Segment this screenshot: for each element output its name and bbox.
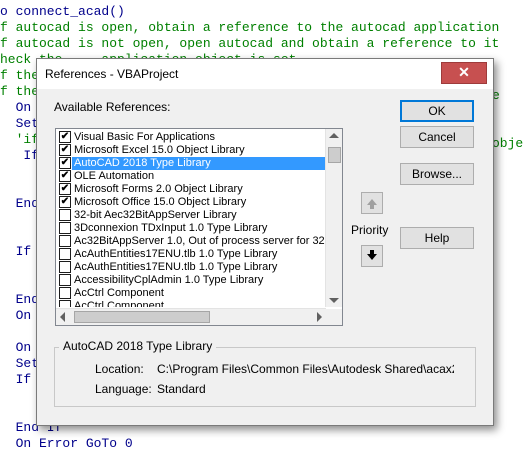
close-icon[interactable]: ✕ — [441, 62, 487, 84]
reference-checkbox[interactable] — [59, 287, 71, 299]
reference-checkbox[interactable] — [59, 300, 71, 307]
code-fragment-right: obje — [492, 136, 524, 151]
available-references-label: Available References: — [54, 100, 171, 114]
scroll-left-icon[interactable] — [60, 312, 65, 322]
reference-label: Visual Basic For Applications — [74, 131, 216, 143]
reference-item[interactable]: 3Dconnexion TDxInput 1.0 Type Library — [56, 222, 326, 235]
reference-checkbox[interactable] — [59, 235, 71, 247]
reference-item[interactable]: AcCtrl Component — [56, 287, 326, 300]
code-line: 'if — [0, 132, 40, 147]
scroll-down-icon[interactable] — [329, 298, 339, 303]
code-line: On Error GoTo 0 — [0, 436, 133, 451]
reference-checkbox[interactable] — [59, 248, 71, 260]
reference-label: AccessibilityCplAdmin 1.0 Type Library — [74, 274, 264, 286]
dialog-titlebar[interactable]: References - VBAProject ✕ — [37, 59, 493, 89]
reference-checkbox[interactable] — [59, 261, 71, 273]
reference-label: AcCtrl Component — [74, 287, 164, 299]
location-value: C:\Program Files\Common Files\Autodesk S… — [157, 362, 454, 376]
reference-item[interactable]: ✔ Microsoft Excel 15.0 Object Library — [56, 144, 326, 157]
arrow-down-icon — [367, 254, 377, 260]
reference-checkbox[interactable] — [59, 274, 71, 286]
reference-item[interactable]: Ac32BitAppServer 1.0, Out of process ser… — [56, 235, 326, 248]
scroll-right-icon[interactable] — [317, 312, 322, 322]
priority-label: Priority — [351, 223, 389, 237]
language-value: Standard — [157, 382, 206, 396]
reference-checkbox[interactable]: ✔ — [59, 170, 71, 182]
arrow-up-stem — [370, 205, 374, 209]
reference-item[interactable]: AcCtrl Component — [56, 300, 326, 307]
reference-label: AcCtrl Component — [74, 300, 164, 307]
ok-button[interactable]: OK — [400, 100, 474, 122]
code-line: f autocad is not open, open autocad and … — [0, 36, 500, 51]
dialog-title: References - VBAProject — [45, 67, 179, 81]
cancel-button[interactable]: Cancel — [400, 126, 474, 148]
reference-checkbox[interactable]: ✔ — [59, 144, 71, 156]
reference-item[interactable]: ✔ OLE Automation — [56, 170, 326, 183]
reference-label: 32-bit Aec32BitAppServer Library — [74, 209, 237, 221]
reference-label: AutoCAD 2018 Type Library — [72, 157, 326, 170]
reference-details-group — [54, 347, 476, 407]
horizontal-scrollbar[interactable] — [56, 308, 326, 325]
reference-item[interactable]: AcAuthEntities17ENU.tlb 1.0 Type Library — [56, 261, 326, 274]
reference-item[interactable]: ✔ AutoCAD 2018 Type Library — [56, 157, 326, 170]
vertical-scrollbar[interactable] — [325, 129, 342, 307]
browse-button[interactable]: Browse... — [400, 163, 474, 185]
reference-item[interactable]: AccessibilityCplAdmin 1.0 Type Library — [56, 274, 326, 287]
code-line: End — [0, 196, 40, 211]
location-label: Location: — [95, 362, 144, 376]
references-list[interactable]: ✔ Visual Basic For Applications ✔ Microsoft… — [55, 128, 343, 326]
reference-label: Microsoft Excel 15.0 Object Library — [74, 144, 245, 156]
reference-item[interactable]: ✔ Visual Basic For Applications — [56, 131, 326, 144]
reference-label: OLE Automation — [74, 170, 155, 182]
references-dialog: References - VBAProject ✕ Available Refe… — [36, 58, 494, 426]
priority-up-button[interactable] — [361, 192, 383, 214]
scrollbar-corner — [326, 309, 342, 325]
language-label: Language: — [95, 382, 152, 396]
code-line: f the — [0, 84, 40, 99]
reference-label: Microsoft Forms 2.0 Object Library — [74, 183, 243, 195]
help-button[interactable]: Help — [400, 227, 474, 249]
scroll-h-thumb[interactable] — [74, 311, 210, 323]
group-title: AutoCAD 2018 Type Library — [59, 339, 217, 353]
code-line: If — [0, 148, 40, 163]
reference-item[interactable]: AcAuthEntities17ENU.tlb 1.0 Type Library — [56, 248, 326, 261]
references-list-items: ✔ Visual Basic For Applications ✔ Microsoft… — [56, 129, 326, 307]
scroll-up-icon[interactable] — [329, 133, 339, 138]
reference-checkbox[interactable] — [59, 209, 71, 221]
reference-label: 3Dconnexion TDxInput 1.0 Type Library — [74, 222, 268, 234]
code-line: o connect_acad() — [0, 4, 125, 19]
reference-item[interactable]: ✔ Microsoft Forms 2.0 Object Library — [56, 183, 326, 196]
reference-label: Microsoft Office 15.0 Object Library — [74, 196, 247, 208]
reference-label: Ac32BitAppServer 1.0, Out of process ser… — [74, 235, 326, 247]
reference-checkbox[interactable]: ✔ — [59, 131, 71, 143]
scroll-thumb[interactable] — [328, 147, 341, 163]
reference-item[interactable]: 32-bit Aec32BitAppServer Library — [56, 209, 326, 222]
priority-down-button[interactable] — [361, 245, 383, 267]
code-line: End — [0, 292, 40, 307]
reference-checkbox[interactable] — [59, 222, 71, 234]
reference-label: AcAuthEntities17ENU.tlb 1.0 Type Library — [74, 261, 278, 273]
reference-checkbox[interactable]: ✔ — [59, 196, 71, 208]
code-line: Set — [0, 116, 40, 131]
reference-checkbox[interactable]: ✔ — [59, 157, 71, 169]
code-line: f autocad is open, obtain a reference to… — [0, 20, 500, 35]
reference-checkbox[interactable]: ✔ — [59, 183, 71, 195]
code-line: Set — [0, 356, 40, 371]
reference-label: AcAuthEntities17ENU.tlb 1.0 Type Library — [74, 248, 278, 260]
reference-item[interactable]: ✔ Microsoft Office 15.0 Object Library — [56, 196, 326, 209]
